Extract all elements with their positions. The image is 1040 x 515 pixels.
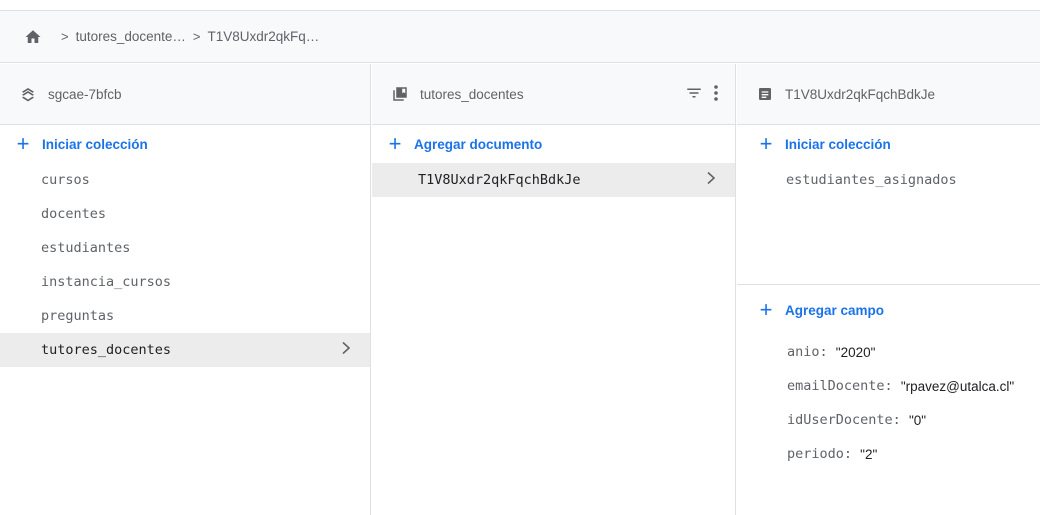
collection-name: tutores_docentes	[41, 342, 172, 358]
add-field-label: Agregar campo	[785, 302, 885, 318]
document-field[interactable]: emailDocente: "rpavez@utalca.cl"	[737, 369, 1040, 403]
document-field[interactable]: idUserDocente: "0"	[737, 403, 1040, 437]
chevron-right-icon: >	[61, 29, 69, 44]
plus-icon: +	[16, 131, 30, 156]
breadcrumb-segment[interactable]: tutores_docente…	[76, 29, 186, 44]
list-item[interactable]: instancia_cursos	[0, 265, 370, 299]
root-panel: sgcae-7bfcb + Iniciar colección cursos d…	[0, 64, 371, 515]
document-panel: T1V8Uxdr2qkFqchBdkJe + Iniciar colección…	[737, 64, 1040, 515]
panel-title: tutores_docentes	[420, 86, 524, 102]
filter-icon[interactable]	[685, 84, 703, 105]
field-colon: :	[892, 412, 909, 428]
field-value: "rpavez@utalca.cl"	[900, 378, 1015, 394]
document-id: T1V8Uxdr2qkFqchBdkJe	[418, 172, 581, 188]
add-document-label: Agregar documento	[414, 136, 543, 152]
collection-name: docentes	[41, 206, 107, 222]
breadcrumb-segment[interactable]: T1V8Uxdr2qkFq…	[208, 29, 320, 44]
collection-icon	[390, 84, 410, 104]
list-item[interactable]: estudiantes_asignados	[737, 163, 1040, 197]
add-document-button[interactable]: + Agregar documento	[372, 125, 735, 163]
field-value: "2020"	[835, 344, 876, 360]
chevron-right-icon: >	[192, 29, 201, 44]
more-vert-icon[interactable]	[713, 84, 719, 105]
collection-name: instancia_cursos	[41, 274, 172, 290]
chevron-right-icon	[340, 341, 352, 359]
field-colon: :	[819, 344, 836, 360]
list-item[interactable]: preguntas	[0, 299, 370, 333]
collection-name: preguntas	[41, 308, 115, 324]
field-key: periodo	[787, 446, 844, 462]
list-item[interactable]: docentes	[0, 197, 370, 231]
chevron-right-icon	[705, 171, 717, 189]
panel-actions	[685, 84, 719, 105]
panel-header: tutores_docentes	[372, 64, 735, 125]
start-collection-label: Iniciar colección	[42, 136, 148, 152]
document-field[interactable]: anio: "2020"	[737, 335, 1040, 369]
list-item[interactable]: cursos	[0, 163, 370, 197]
list-item[interactable]: estudiantes	[0, 231, 370, 265]
collection-panel: tutores_docentes + Agregar documento T1V…	[372, 64, 736, 515]
panel-title: T1V8Uxdr2qkFqchBdkJe	[785, 86, 936, 102]
collection-name: cursos	[41, 172, 90, 188]
plus-icon: +	[759, 297, 773, 322]
plus-icon: +	[388, 131, 402, 156]
top-margin	[0, 0, 1040, 10]
breadcrumb: > tutores_docente… > T1V8Uxdr2qkFq…	[0, 10, 1040, 63]
field-value: "0"	[908, 412, 927, 428]
plus-icon: +	[759, 131, 773, 156]
field-key: idUserDocente	[787, 412, 893, 428]
subcollections-section: + Iniciar colección estudiantes_asignado…	[737, 125, 1040, 285]
start-subcollection-button[interactable]: + Iniciar colección	[737, 125, 1040, 163]
panel-header: T1V8Uxdr2qkFqchBdkJe	[737, 64, 1040, 125]
collection-name: estudiantes	[41, 240, 131, 256]
document-icon	[755, 84, 775, 104]
document-field[interactable]: periodo: "2"	[737, 437, 1040, 471]
home-icon[interactable]	[24, 28, 42, 46]
panel-title: sgcae-7bfcb	[48, 86, 122, 102]
database-icon	[18, 84, 38, 104]
list-item-selected[interactable]: tutores_docentes	[0, 333, 370, 367]
field-colon: :	[884, 378, 901, 394]
start-collection-button[interactable]: + Iniciar colección	[0, 125, 370, 163]
panel-header: sgcae-7bfcb	[0, 64, 370, 125]
field-key: emailDocente	[787, 378, 885, 394]
subcollection-name: estudiantes_asignados	[786, 172, 957, 188]
field-key: anio	[787, 344, 820, 360]
field-colon: :	[843, 446, 861, 462]
field-value: "2"	[860, 446, 878, 462]
add-field-button[interactable]: + Agregar campo	[737, 285, 1040, 335]
list-item-selected[interactable]: T1V8Uxdr2qkFqchBdkJe	[372, 163, 735, 197]
start-subcollection-label: Iniciar colección	[785, 136, 891, 152]
